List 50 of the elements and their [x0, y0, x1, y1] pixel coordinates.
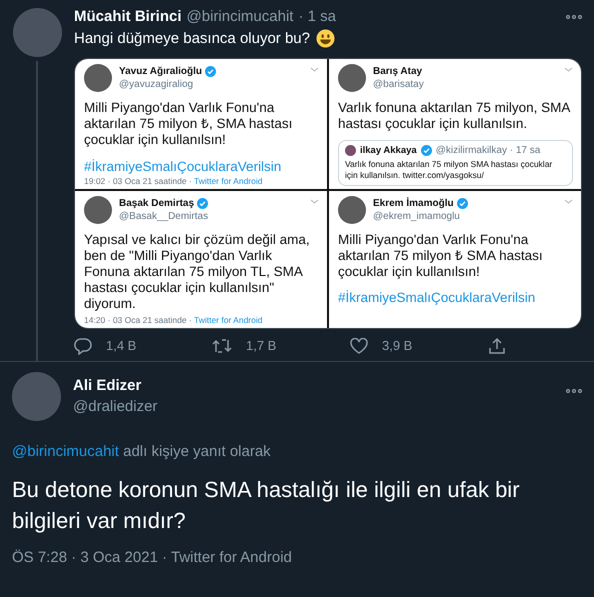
action-count: 1,4 B	[106, 338, 136, 354]
author-name[interactable]: Mücahit Birinci	[74, 8, 182, 25]
avatar	[345, 145, 356, 156]
reply-context: @birincimucahit adlı kişiye yanıt olarak	[12, 442, 272, 460]
source-link[interactable]: Twitter for Android	[194, 314, 262, 325]
tweet-text: Yapısal ve kalıcı bir çözüm değil ama, ben de "Milli Piyango'dan Varlık Fonuna aktarılan 75 milyon TL, SMA hastası çocuklar için kullanılsın" diyorum.	[84, 232, 311, 313]
author-handle: @birincimucahit	[186, 8, 294, 25]
verified-badge-icon	[456, 198, 468, 209]
action-count: 1,7 B	[246, 338, 276, 354]
avatar	[84, 196, 112, 224]
hashtag-link[interactable]: #İkramiyeSmalıÇocuklaraVerilsin	[84, 158, 319, 174]
author-name: Barış Atay	[373, 66, 422, 77]
avatar	[84, 64, 112, 92]
author-name: Ekrem İmamoğlu	[373, 198, 454, 209]
author-handle: @barisatay	[373, 79, 425, 90]
action-count: 3,9 B	[382, 338, 412, 354]
tweet-text: Varlık fonuna aktarılan 75 milyon, SMA hastası çocuklar için kullanılsın.	[338, 100, 572, 132]
more-icon[interactable]	[566, 14, 582, 18]
tweet-text: Hangi düğmeye basınca oluyor bu?	[74, 30, 310, 47]
tweet-text: Milli Piyango'dan Varlık Fonu'na aktarılan 75 milyon ₺ SMA hastası çocuklar için kullanılsın!	[338, 232, 544, 280]
timestamp: 19:02 · 03 Oca 21 saatinde ·	[84, 176, 192, 186]
author-handle: @ekrem_imamoglu	[373, 210, 461, 222]
author-handle: @draliedizer	[73, 398, 158, 416]
heart-icon[interactable]	[350, 338, 368, 354]
tweet-text: Milli Piyango'dan Varlık Fonu'na aktarılan 75 milyon ₺, SMA hastası çocuklar için kullanılsın!	[84, 100, 294, 149]
verified-badge-icon	[420, 145, 432, 156]
author-name: Başak Demirtaş	[119, 198, 194, 209]
author-name: ilkay Akkaya	[360, 145, 417, 156]
tweet-text: Bu detone koronun SMA hastalığı ile ilgili en ufak bir bilgileri var mıdır?	[12, 476, 521, 536]
smiley-icon	[316, 29, 335, 48]
reply-icon[interactable]	[74, 336, 92, 355]
avatar	[338, 64, 366, 92]
retweet-icon[interactable]	[212, 338, 232, 354]
verified-badge-icon	[197, 198, 208, 209]
source-link[interactable]: Twitter for Android	[194, 176, 262, 186]
author-name[interactable]: Ali Edizer	[73, 377, 554, 394]
share-icon[interactable]	[488, 336, 506, 355]
quoted-text: Varlık fonuna aktarılan 75 milyon SMA hastası çocuklar için kullanılsın. twitter.com/yasgoksu/	[345, 159, 554, 181]
mention-link[interactable]: @birincimucahit	[12, 442, 119, 460]
author-handle: @kizilirmakilkay · 17 sa	[436, 145, 540, 156]
timestamp: 14:20 · 03 Oca 21 saatinde ·	[84, 314, 192, 325]
verified-badge-icon	[204, 66, 216, 77]
hashtag-link[interactable]: #İkramiyeSmalıÇocuklaraVerilsin	[338, 290, 573, 306]
timestamp: · 1 sa	[298, 8, 336, 25]
more-icon[interactable]	[566, 388, 582, 393]
author-handle: @Basak__Demirtas	[119, 210, 210, 222]
author-handle: @yavuzagiraliog	[119, 79, 194, 90]
tweet-metadata: ÖS 7:28 · 3 Oca 2021 · Twitter for Android	[12, 549, 293, 566]
author-name: Yavuz Ağıralioğlu	[119, 66, 202, 77]
avatar	[338, 196, 366, 224]
